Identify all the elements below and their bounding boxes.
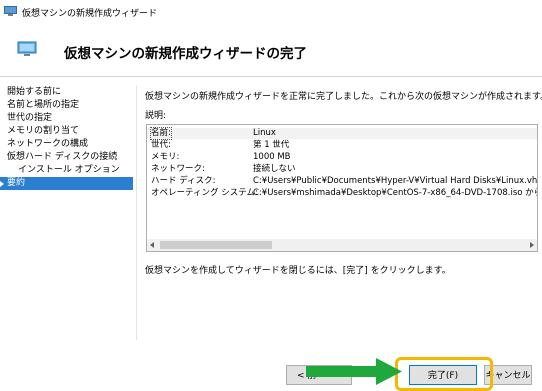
step-name-location[interactable]: 名前と場所の指定 (0, 99, 133, 112)
summary-key: メモリ: (151, 152, 180, 162)
scroll-right-icon[interactable] (530, 242, 534, 248)
wizard-steps: 開始する前に 名前と場所の指定 世代の指定 メモリの割り当て ネットワークの構成… (0, 86, 133, 190)
window-title: 仮想マシンの新規作成ウィザード (22, 9, 158, 19)
hyper-v-window-icon (4, 6, 17, 16)
step-memory[interactable]: メモリの割り当て (0, 125, 133, 138)
summary-key: 名前: (150, 127, 172, 140)
summary-key: ハード ディスク: (151, 176, 216, 186)
panel-divider (136, 86, 137, 340)
summary-value: 接続しない (253, 164, 296, 174)
summary-row[interactable]: 名前: Linux (147, 127, 537, 140)
step-generation[interactable]: 世代の指定 (0, 112, 133, 125)
step-install-options[interactable]: インストール オプション (0, 164, 133, 177)
summary-list[interactable]: 名前: Linux 世代: 第 1 世代 メモリ: 1000 MB ネットワーク… (146, 124, 538, 252)
summary-key: 世代: (151, 140, 171, 150)
completion-message: 仮想マシンの新規作成ウィザードを正常に完了しました。これから次の仮想マシンが作成… (145, 92, 542, 102)
step-summary[interactable]: 要約 (0, 177, 133, 190)
scrollbar-thumb[interactable] (160, 241, 272, 249)
summary-value: Linux (253, 128, 276, 138)
description-label: 説明: (145, 111, 167, 121)
summary-key: ネットワーク: (151, 164, 205, 174)
summary-value: 第 1 世代 (253, 140, 290, 150)
green-arrow-icon (306, 358, 402, 385)
new-vm-icon (17, 41, 37, 56)
finish-button[interactable]: 完了(F) (409, 365, 477, 385)
step-networking[interactable]: ネットワークの構成 (0, 138, 133, 151)
step-before-you-begin[interactable]: 開始する前に (0, 86, 133, 99)
wizard-header: 仮想マシンの新規作成ウィザードの完了 (0, 24, 542, 77)
scroll-left-icon[interactable] (150, 242, 154, 248)
summary-value: 1000 MB (253, 152, 291, 162)
title-bar: 仮想マシンの新規作成ウィザード (0, 0, 542, 24)
page-title: 仮想マシンの新規作成ウィザードの完了 (64, 46, 307, 62)
cancel-button[interactable]: キャンセル (484, 365, 532, 385)
summary-value: C:¥Users¥mshimada¥Desktop¥CentOS-7-x86_6… (253, 188, 537, 198)
summary-key: オペレーティング システム: (151, 188, 258, 198)
horizontal-scrollbar[interactable] (147, 239, 537, 251)
finish-instruction: 仮想マシンを作成してウィザードを閉じるには、[完了] をクリックします。 (145, 266, 451, 276)
step-virtual-disk[interactable]: 仮想ハード ディスクの接続 (0, 151, 133, 164)
summary-value: C:¥Users¥Public¥Documents¥Hyper-V¥Virtua… (253, 176, 538, 186)
